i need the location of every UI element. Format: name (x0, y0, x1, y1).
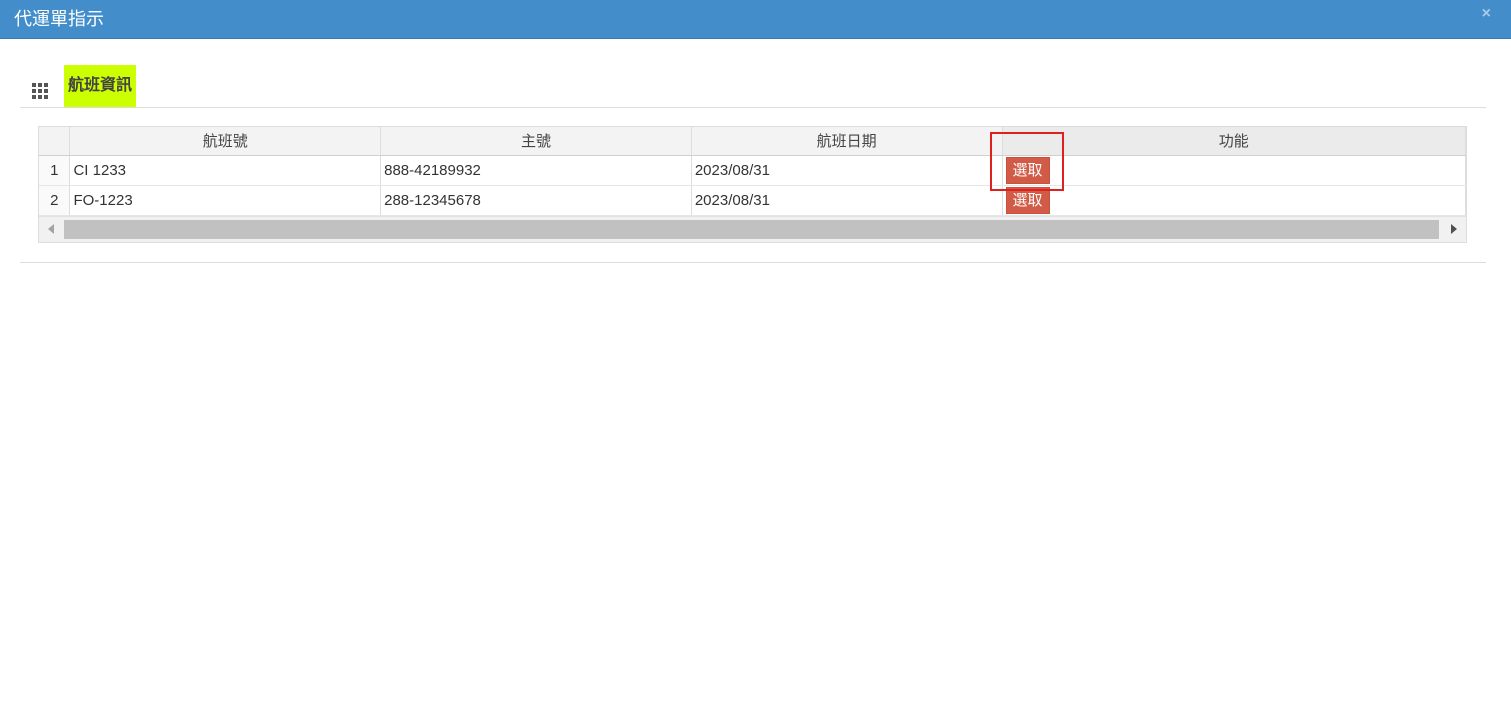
section-header: 航班資訊 (20, 64, 1486, 108)
column-header-flight-date[interactable]: 航班日期 (691, 127, 1003, 156)
cell-flight-date: 2023/08/31 (691, 155, 1003, 186)
flight-table: 航班號 主號 航班日期 功能 1 CI 1233 888-42189932 20… (39, 127, 1466, 216)
scroll-right-icon[interactable] (1451, 224, 1457, 234)
section-title: 航班資訊 (64, 65, 137, 107)
annotation-highlight-box (990, 132, 1064, 191)
cell-function: 選取 (1002, 185, 1466, 216)
flight-grid: 航班號 主號 航班日期 功能 1 CI 1233 888-42189932 20… (38, 126, 1467, 243)
dialog-title: 代運單指示 (14, 9, 104, 29)
close-icon[interactable]: × (1482, 5, 1491, 23)
cell-flight-no: CI 1233 (69, 155, 382, 186)
dialog-titlebar: 代運單指示 × (0, 0, 1511, 39)
row-number-header (39, 127, 71, 156)
table-row[interactable]: 2 FO-1223 288-12345678 2023/08/31 選取 (39, 185, 1466, 216)
table-header-row: 航班號 主號 航班日期 功能 (39, 127, 1466, 156)
row-number: 2 (39, 185, 71, 216)
section-divider (20, 262, 1486, 263)
cell-function: 選取 (1002, 155, 1466, 186)
scrollbar-thumb[interactable] (64, 220, 1439, 239)
cell-master-no: 888-42189932 (380, 155, 692, 186)
scroll-left-icon[interactable] (48, 224, 54, 234)
table-row[interactable]: 1 CI 1233 888-42189932 2023/08/31 選取 (39, 155, 1466, 186)
column-header-flight-no[interactable]: 航班號 (69, 127, 382, 156)
cell-flight-date: 2023/08/31 (691, 185, 1003, 216)
column-header-master-no[interactable]: 主號 (380, 127, 692, 156)
row-number: 1 (39, 155, 71, 186)
column-header-function[interactable]: 功能 (1002, 127, 1466, 156)
cell-master-no: 288-12345678 (380, 185, 692, 216)
grid-icon (32, 83, 50, 101)
horizontal-scrollbar[interactable] (39, 216, 1466, 242)
cell-flight-no: FO-1223 (69, 185, 382, 216)
